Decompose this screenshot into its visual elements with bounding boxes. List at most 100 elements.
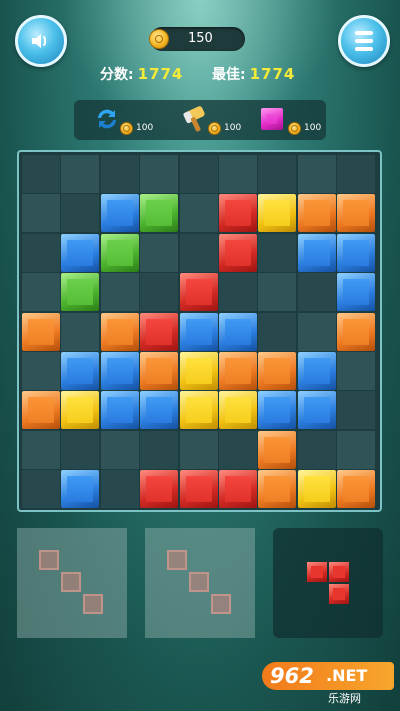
powerup-hammer[interactable]: 100 bbox=[178, 100, 248, 140]
piece-block bbox=[211, 594, 231, 614]
empty-cell bbox=[100, 273, 139, 312]
empty-cell bbox=[258, 312, 297, 351]
speaker-icon bbox=[32, 34, 47, 48]
block-orange bbox=[337, 312, 376, 351]
block-icon bbox=[261, 108, 283, 130]
empty-cell bbox=[61, 430, 100, 469]
piece-block bbox=[39, 550, 59, 570]
empty-cell bbox=[297, 312, 336, 351]
powerup-bar: 100 100 100 bbox=[74, 100, 326, 140]
empty-cell bbox=[100, 470, 139, 509]
coin-counter: 150 bbox=[149, 27, 245, 51]
empty-cell bbox=[179, 155, 218, 193]
current-score: 分数: 1774 bbox=[100, 64, 183, 84]
block-red bbox=[179, 470, 218, 509]
block-blue bbox=[297, 391, 336, 430]
block-orange bbox=[258, 430, 297, 469]
empty-cell bbox=[140, 233, 179, 272]
score-label: 分数: bbox=[100, 67, 134, 83]
watermark-number: 962 bbox=[270, 664, 314, 688]
watermark-subtitle: 乐游网 bbox=[328, 692, 361, 705]
piece-tray-2[interactable] bbox=[145, 528, 255, 638]
block-red bbox=[219, 233, 257, 272]
block-red bbox=[219, 470, 257, 509]
best-label: 最佳: bbox=[212, 67, 246, 83]
piece-tray-3[interactable] bbox=[273, 528, 383, 638]
block-yellow bbox=[61, 391, 100, 430]
powerup-cost: 100 bbox=[304, 123, 322, 133]
block-red bbox=[140, 470, 179, 509]
empty-cell bbox=[179, 233, 218, 272]
empty-cell bbox=[140, 155, 179, 193]
block-blue bbox=[337, 233, 376, 272]
block-blue bbox=[219, 312, 257, 351]
empty-cell bbox=[61, 194, 100, 233]
block-green bbox=[140, 194, 179, 233]
empty-cell bbox=[22, 470, 60, 509]
block-blue bbox=[61, 233, 100, 272]
block-blue bbox=[258, 391, 297, 430]
block-yellow bbox=[179, 391, 218, 430]
block-green bbox=[100, 233, 139, 272]
empty-cell bbox=[100, 430, 139, 469]
block-red bbox=[179, 273, 218, 312]
block-orange bbox=[22, 391, 60, 430]
block-blue bbox=[337, 273, 376, 312]
empty-cell bbox=[297, 155, 336, 193]
powerup-block[interactable]: 100 bbox=[258, 100, 328, 140]
block-red bbox=[219, 194, 257, 233]
score-value: 1774 bbox=[137, 65, 184, 83]
empty-cell bbox=[337, 155, 376, 193]
block-blue bbox=[297, 233, 336, 272]
block-blue bbox=[100, 352, 139, 390]
block-orange bbox=[258, 470, 297, 509]
empty-cell bbox=[61, 312, 100, 351]
menu-button[interactable] bbox=[338, 15, 390, 67]
empty-cell bbox=[179, 194, 218, 233]
empty-cell bbox=[22, 430, 60, 469]
block-yellow bbox=[179, 352, 218, 390]
piece-block bbox=[83, 594, 103, 614]
empty-cell bbox=[337, 352, 376, 390]
empty-cell bbox=[297, 273, 336, 312]
piece-tray-1[interactable] bbox=[17, 528, 127, 638]
coin-icon bbox=[288, 122, 301, 135]
coin-icon bbox=[120, 122, 133, 135]
block-orange bbox=[337, 194, 376, 233]
block-green bbox=[61, 273, 100, 312]
block-orange bbox=[337, 470, 376, 509]
block-blue bbox=[297, 352, 336, 390]
empty-cell bbox=[297, 430, 336, 469]
piece-block bbox=[329, 584, 349, 604]
best-value: 1774 bbox=[249, 65, 296, 83]
block-blue bbox=[100, 391, 139, 430]
best-score: 最佳: 1774 bbox=[212, 64, 295, 84]
empty-cell bbox=[140, 430, 179, 469]
block-blue bbox=[61, 470, 100, 509]
empty-cell bbox=[22, 233, 60, 272]
block-orange bbox=[258, 352, 297, 390]
block-blue bbox=[179, 312, 218, 351]
empty-cell bbox=[179, 430, 218, 469]
empty-cell bbox=[258, 155, 297, 193]
empty-cell bbox=[219, 273, 257, 312]
game-board[interactable] bbox=[17, 150, 382, 512]
site-watermark: 962 .NET 乐游网 bbox=[262, 662, 394, 705]
block-orange bbox=[100, 312, 139, 351]
block-yellow bbox=[258, 194, 297, 233]
block-orange bbox=[219, 352, 257, 390]
empty-cell bbox=[337, 430, 376, 469]
empty-cell bbox=[219, 155, 257, 193]
hammer-icon bbox=[183, 106, 205, 132]
block-orange bbox=[140, 352, 179, 390]
block-yellow bbox=[219, 391, 257, 430]
empty-cell bbox=[140, 273, 179, 312]
sound-button[interactable] bbox=[15, 15, 67, 67]
block-red bbox=[140, 312, 179, 351]
coin-icon bbox=[208, 122, 221, 135]
empty-cell bbox=[22, 352, 60, 390]
empty-cell bbox=[61, 155, 100, 193]
empty-cell bbox=[22, 273, 60, 312]
block-blue bbox=[100, 194, 139, 233]
powerup-refresh[interactable]: 100 bbox=[90, 100, 160, 140]
